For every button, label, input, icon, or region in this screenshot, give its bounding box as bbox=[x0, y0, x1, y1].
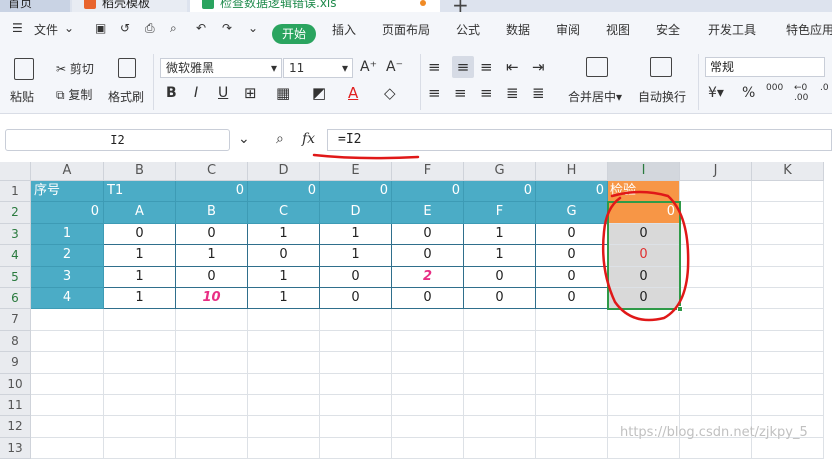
annotation-circle bbox=[601, 190, 690, 322]
annotation-overlay bbox=[312, 153, 690, 322]
annotation-underline bbox=[312, 153, 420, 160]
watermark: https://blog.csdn.net/zjkpy_5 bbox=[620, 425, 808, 440]
